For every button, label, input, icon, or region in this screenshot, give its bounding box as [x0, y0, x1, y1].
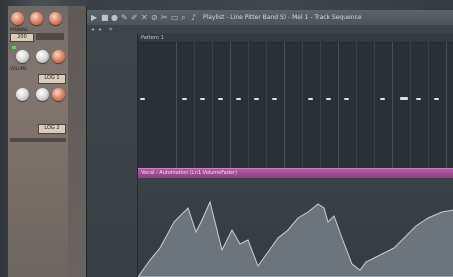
- arrow-right-icon[interactable]: ▸: [99, 26, 102, 33]
- led-indicator: [12, 46, 16, 49]
- mixer-label-1: PANNING: [10, 27, 29, 32]
- pattern-label: Pattern 1: [141, 35, 164, 41]
- pan-knob-3[interactable]: [49, 12, 62, 25]
- snap-icon[interactable]: ⌗: [109, 26, 112, 33]
- mixer-divider: [10, 138, 66, 142]
- mixer-value-field[interactable]: 200: [10, 33, 34, 42]
- volume-knob-1[interactable]: [16, 50, 29, 63]
- zoom-icon[interactable]: ⌕: [181, 13, 185, 22]
- note[interactable]: [400, 97, 408, 100]
- automation-clip-header[interactable]: Vocal - Automation (Ln1.VolumeFader): [138, 168, 453, 178]
- clip-label: Vocal - Automation (Ln1.VolumeFader): [141, 170, 237, 176]
- delete-icon[interactable]: ✕: [141, 13, 148, 22]
- title-bar: ▶ ■ ● ✎ ✐ ✕ ⊘ ✂ ▭ ⌕ ♪ Playlist - Line Pi…: [87, 10, 453, 26]
- note[interactable]: [218, 98, 223, 100]
- volume-knob-3[interactable]: [16, 88, 29, 101]
- screenshot-frame: PANNING 200 VOLUME LOG 1 LOG 2 ▶ ■ ● ✎ ✐…: [0, 0, 453, 277]
- stop-icon[interactable]: ■: [101, 13, 109, 22]
- fx-knob-2[interactable]: [52, 88, 65, 101]
- track-list: [87, 34, 138, 277]
- note[interactable]: [308, 98, 313, 100]
- log-box-2[interactable]: LOG 2: [38, 124, 66, 134]
- mixer-label-2: VOLUME: [10, 66, 27, 71]
- volume-knob-4[interactable]: [36, 88, 49, 101]
- note[interactable]: [326, 98, 331, 100]
- pan-knob-1[interactable]: [11, 12, 24, 25]
- playlist-window: ▶ ■ ● ✎ ✐ ✕ ⊘ ✂ ▭ ⌕ ♪ Playlist - Line Pi…: [86, 10, 453, 277]
- brush-icon[interactable]: ✐: [131, 13, 138, 22]
- channel-strip: [68, 6, 87, 277]
- note[interactable]: [254, 98, 259, 100]
- arrow-left-icon[interactable]: ◂: [91, 26, 94, 33]
- note[interactable]: [434, 98, 439, 100]
- mixer-display: [36, 33, 64, 40]
- note[interactable]: [272, 98, 277, 100]
- timeline-ruler[interactable]: Pattern 1: [138, 34, 453, 43]
- automation-curve[interactable]: [138, 178, 453, 277]
- note[interactable]: [140, 98, 145, 100]
- note[interactable]: [380, 98, 385, 100]
- pencil-icon[interactable]: ✎: [121, 13, 128, 22]
- play-icon[interactable]: ▶: [91, 13, 97, 22]
- mixer-panel: PANNING 200 VOLUME LOG 1 LOG 2: [8, 6, 69, 277]
- log-box-1[interactable]: LOG 1: [38, 74, 66, 84]
- speaker-icon[interactable]: ♪: [191, 13, 196, 22]
- note[interactable]: [182, 98, 187, 100]
- secondary-toolbar: ◂ ▸ ⌗: [87, 25, 453, 34]
- mute-icon[interactable]: ⊘: [151, 13, 158, 22]
- select-icon[interactable]: ▭: [171, 13, 179, 22]
- fx-knob-1[interactable]: [52, 50, 65, 63]
- pan-knob-2[interactable]: [30, 12, 43, 25]
- volume-knob-2[interactable]: [36, 50, 49, 63]
- window-title: Playlist - Line Pitter Band S) - Mel 1 -…: [203, 14, 362, 21]
- note[interactable]: [416, 98, 421, 100]
- note[interactable]: [236, 98, 241, 100]
- note[interactable]: [200, 98, 205, 100]
- slice-icon[interactable]: ✂: [161, 13, 168, 22]
- record-icon[interactable]: ●: [111, 13, 118, 22]
- playlist-grid[interactable]: Pattern 1 Vocal - Automation (Ln1.Volume…: [138, 34, 453, 277]
- note[interactable]: [344, 98, 349, 100]
